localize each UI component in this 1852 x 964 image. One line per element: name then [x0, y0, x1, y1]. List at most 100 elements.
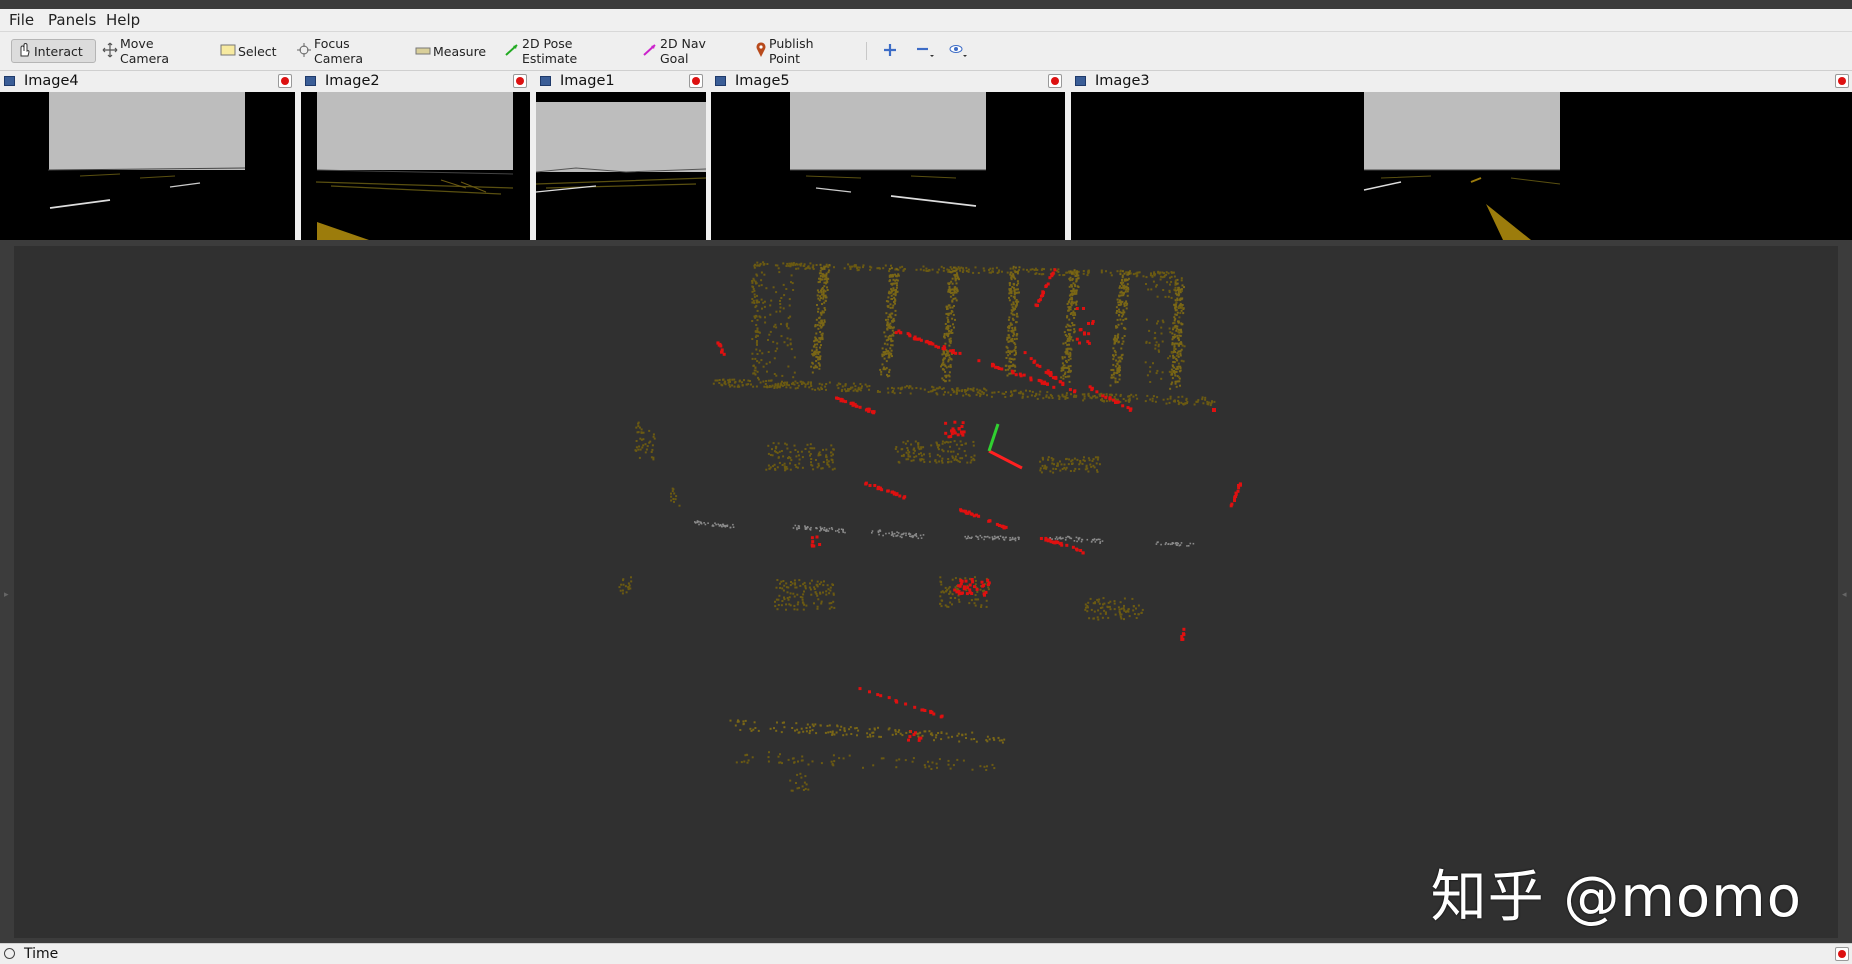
- cloud-point: [886, 375, 889, 378]
- remove-tool-button[interactable]: [911, 39, 937, 63]
- cloud-point: [789, 451, 792, 454]
- cloud-point: [1160, 326, 1163, 329]
- panel-image1-header[interactable]: Image1: [536, 71, 706, 92]
- cloud-point: [1071, 272, 1074, 275]
- cloud-point: [1018, 538, 1020, 540]
- cloud-point: [699, 521, 702, 523]
- cloud-point: [756, 343, 758, 346]
- cloud-point: [729, 526, 732, 529]
- close-icon[interactable]: [689, 74, 703, 88]
- cloud-point: [894, 448, 897, 450]
- close-icon[interactable]: [1835, 947, 1849, 961]
- cloud-point: [798, 786, 801, 789]
- cloud-point: [769, 727, 772, 730]
- close-icon[interactable]: [278, 74, 292, 88]
- close-icon[interactable]: [513, 74, 527, 88]
- panel-image4-view[interactable]: [0, 92, 295, 240]
- cloud-point: [1113, 602, 1116, 605]
- cloud-point: [904, 702, 908, 706]
- cloud-point: [852, 389, 855, 392]
- cloud-point: [818, 280, 821, 283]
- panel-image3-header[interactable]: Image3: [1071, 71, 1852, 92]
- cloud-point: [1174, 335, 1177, 338]
- cloud-point: [1000, 367, 1004, 371]
- cloud-point: [771, 454, 774, 457]
- cloud-point: [979, 395, 982, 398]
- select-tool-button[interactable]: Select: [216, 39, 277, 63]
- cloud-point: [624, 585, 627, 588]
- cloud-point: [1069, 270, 1072, 273]
- 2d-pose-estimate-tool-button[interactable]: 2D Pose Estimate: [500, 36, 620, 66]
- panel-image1-view[interactable]: [536, 92, 706, 240]
- cloud-point: [832, 592, 835, 595]
- cloud-point: [897, 387, 900, 390]
- cloud-point: [898, 729, 901, 732]
- cloud-point: [1007, 354, 1010, 357]
- cloud-point: [1159, 275, 1162, 278]
- 3d-render-view[interactable]: [14, 246, 1838, 938]
- measure-tool-button[interactable]: Measure: [411, 39, 486, 63]
- panel-image5-view[interactable]: [711, 92, 1065, 240]
- cloud-point: [775, 326, 778, 329]
- cloud-point: [759, 381, 762, 384]
- cloud-point: [1151, 274, 1154, 277]
- cloud-point: [1069, 338, 1072, 341]
- cloud-point: [818, 363, 821, 366]
- menu-file[interactable]: File: [9, 11, 34, 29]
- cloud-point: [1006, 346, 1009, 349]
- menu-help[interactable]: Help: [106, 11, 140, 29]
- cloud-point: [928, 730, 931, 733]
- cloud-point: [1001, 741, 1004, 744]
- cloud-point: [900, 448, 903, 451]
- cloud-point: [907, 449, 909, 452]
- publish-point-tool-button[interactable]: Publish Point: [751, 36, 851, 66]
- cloud-point: [946, 307, 949, 310]
- cloud-point: [794, 729, 796, 732]
- cloud-point: [983, 269, 986, 272]
- focus-camera-tool-button[interactable]: Focus Camera: [292, 36, 392, 66]
- cloud-point: [891, 386, 893, 389]
- cloud-point: [1075, 300, 1078, 303]
- cloud-point: [1054, 376, 1058, 380]
- cloud-point: [1105, 611, 1107, 614]
- cloud-point: [796, 263, 799, 266]
- cloud-point: [820, 288, 823, 291]
- cloud-point: [1017, 536, 1019, 539]
- cloud-point: [941, 377, 944, 380]
- cloud-point: [835, 731, 838, 734]
- interact-tool-button[interactable]: Interact: [11, 39, 96, 63]
- cloud-point: [789, 462, 791, 465]
- panel-image4-header[interactable]: Image4: [0, 71, 295, 92]
- cloud-point: [1155, 284, 1158, 287]
- menu-panels[interactable]: Panels: [48, 11, 96, 29]
- move-camera-tool-button[interactable]: Move Camera: [98, 36, 198, 66]
- cloud-point: [816, 580, 819, 583]
- cloud-point: [769, 379, 772, 382]
- cloud-point: [1167, 543, 1169, 545]
- 2d-nav-goal-tool-button[interactable]: 2D Nav Goal: [638, 36, 733, 66]
- cloud-point: [804, 383, 807, 386]
- right-dock-handle[interactable]: ◂: [1842, 590, 1847, 600]
- cloud-point: [932, 386, 935, 389]
- cloud-point: [830, 451, 832, 454]
- add-tool-button[interactable]: [879, 39, 901, 63]
- cloud-point: [1118, 374, 1121, 377]
- cloud-point: [945, 306, 948, 308]
- close-icon[interactable]: [1835, 74, 1849, 88]
- cloud-point: [1063, 274, 1066, 276]
- cloud-point: [639, 448, 642, 451]
- view-options-button[interactable]: [944, 39, 970, 63]
- panel-image2-header[interactable]: Image2: [301, 71, 530, 92]
- panel-image3-view[interactable]: [1071, 92, 1852, 240]
- cloud-point: [1056, 464, 1058, 467]
- left-dock-handle[interactable]: ▸: [4, 590, 9, 600]
- cloud-point: [1100, 271, 1103, 274]
- cloud-point: [1107, 616, 1110, 619]
- cloud-point: [812, 468, 815, 471]
- panel-image2-view[interactable]: [301, 92, 530, 240]
- cloud-point: [799, 772, 802, 775]
- cloud-point: [876, 693, 880, 697]
- close-icon[interactable]: [1048, 74, 1062, 88]
- panel-image5-header[interactable]: Image5: [711, 71, 1065, 92]
- cloud-point: [794, 380, 797, 383]
